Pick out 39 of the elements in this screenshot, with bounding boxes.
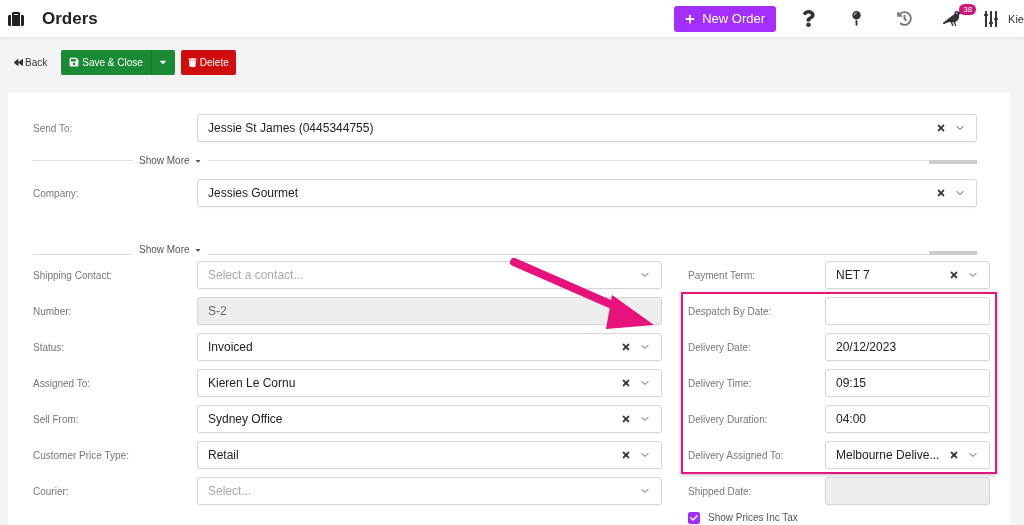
checkbox-label: Show Prices Inc Tax <box>708 512 798 523</box>
show-more-toggle[interactable]: Show More <box>133 244 208 255</box>
field-label: Status: <box>33 341 66 353</box>
field-label: Delivery Date: <box>688 341 752 353</box>
show-more-toggle[interactable]: Show More <box>133 155 208 166</box>
readonly-field[interactable]: S-2 <box>197 297 662 325</box>
select-field[interactable]: Melbourne Delive... <box>825 441 990 469</box>
field-label: Number: <box>33 305 73 317</box>
select-field[interactable]: Jessie St James (0445344755) <box>197 114 977 142</box>
bird-button[interactable]: 38 <box>928 0 977 37</box>
select-field[interactable]: NET 7 <box>825 261 990 289</box>
field-label: Sell From: <box>33 413 80 425</box>
select-field[interactable]: Kieren Le Cornu <box>197 369 662 397</box>
field-label: Send To: <box>33 122 74 134</box>
save-close-button[interactable]: Save & Close <box>61 49 151 75</box>
input-field[interactable]: 20/12/2023 <box>825 333 990 361</box>
field-label: Assigned To: <box>33 377 92 389</box>
input-field[interactable]: 04:00 <box>825 405 990 433</box>
field-label: Delivery Duration: <box>688 413 769 425</box>
field-label: Shipped Date: <box>688 485 753 497</box>
field-label: Payment Term: <box>688 269 757 281</box>
notification-badge: 38 <box>959 4 977 15</box>
select-field[interactable]: Sydney Office <box>197 405 662 433</box>
field-label: Courier: <box>33 485 70 497</box>
select-field[interactable]: Retail <box>197 441 662 469</box>
back-link[interactable]: Back <box>14 56 48 68</box>
field-label: Customer Price Type: <box>33 449 130 461</box>
select-field[interactable]: Jessies Gourmet <box>197 179 977 207</box>
delete-button[interactable]: Delete <box>180 49 236 75</box>
user-name[interactable]: Kie <box>1008 12 1024 25</box>
new-order-button[interactable]: New Order <box>674 5 777 32</box>
field-label: Despatch By Date: <box>688 305 773 317</box>
field-label: Shipping Contact: <box>33 269 113 281</box>
select-field[interactable]: Invoiced <box>197 333 662 361</box>
field-label: Delivery Time: <box>688 377 753 389</box>
field-label: Company: <box>33 187 80 199</box>
input-field[interactable]: 09:15 <box>825 369 990 397</box>
page-title: Orders <box>42 8 98 29</box>
field-label: Delivery Assigned To: <box>688 449 785 461</box>
